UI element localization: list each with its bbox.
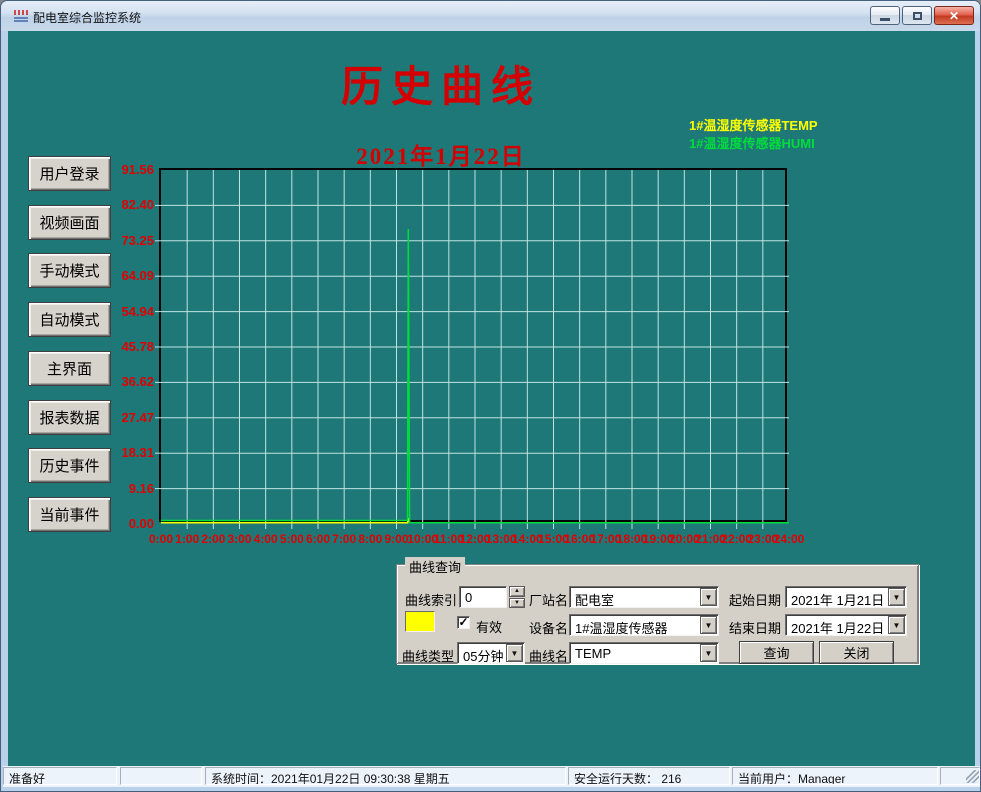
x-tick-label: 2:00 (201, 532, 225, 546)
x-tick-label: 0:00 (149, 532, 173, 546)
start-date-picker[interactable]: 2021年 1月21日 ▼ (785, 586, 907, 608)
y-tick-label: 45.78 (99, 339, 154, 354)
valid-label: 有效 (476, 617, 502, 636)
spin-up-icon[interactable]: ▲ (509, 586, 525, 597)
curve-color-swatch[interactable] (405, 611, 435, 632)
close-icon: ✕ (949, 9, 959, 23)
curve-name-value: TEMP (570, 643, 718, 663)
x-tick-label: 6:00 (306, 532, 330, 546)
curve-query-panel: 曲线查询 曲线索引 0 ▲ ▼ 厂站名 配电室 ▼ 起始日期 2021年 1月2… (396, 564, 919, 664)
status-bar: 准备好 系统时间：2021年01月22日 09:30:38 星期五 安全运行天数… (3, 766, 980, 787)
status-system-time: 系统时间：2021年01月22日 09:30:38 星期五 (205, 767, 566, 785)
page-title: 历史曲线 (161, 53, 721, 114)
close-panel-button[interactable]: 关闭 (819, 641, 894, 664)
x-tick-label: 9:00 (384, 532, 408, 546)
history-chart (161, 170, 789, 524)
curve-name-label: 曲线名 (529, 646, 568, 665)
end-date-picker[interactable]: 2021年 1月22日 ▼ (785, 614, 907, 636)
device-label: 设备名 (529, 618, 568, 637)
station-select[interactable]: 配电室 ▼ (569, 586, 719, 608)
station-label: 厂站名 (529, 590, 568, 609)
x-tick-label: 3:00 (227, 532, 251, 546)
legend-item-humi: 1#温湿度传感器HUMI (689, 135, 818, 153)
curve-index-spinner[interactable]: ▲ ▼ (509, 586, 525, 608)
maximize-button[interactable] (902, 6, 932, 25)
x-tick-label: 4:00 (254, 532, 278, 546)
chart-date-subtitle: 2021年1月22日 (161, 137, 721, 171)
legend-item-temp: 1#温湿度传感器TEMP (689, 117, 818, 135)
chevron-down-icon[interactable]: ▼ (700, 616, 717, 634)
device-select[interactable]: 1#温湿度传感器 ▼ (569, 614, 719, 636)
device-value: 1#温湿度传感器 (570, 615, 718, 635)
app-icon (13, 8, 29, 24)
start-date-label: 起始日期 (729, 590, 781, 609)
end-date-label: 结束日期 (729, 618, 781, 637)
y-tick-label: 0.00 (99, 516, 154, 531)
x-tick-label: 1:00 (175, 532, 199, 546)
curve-index-label: 曲线索引 (405, 590, 457, 609)
status-current-user: 当前用户：Manager (732, 767, 938, 785)
close-button[interactable]: ✕ (934, 6, 974, 25)
title-bar: 配电室综合监控系统 ✕ (1, 1, 981, 31)
window-title: 配电室综合监控系统 (33, 9, 141, 26)
y-tick-label: 54.94 (99, 304, 154, 319)
status-ready: 准备好 (3, 767, 117, 785)
curve-index-input[interactable]: 0 (459, 586, 507, 608)
y-tick-label: 64.09 (99, 268, 154, 283)
chevron-down-icon[interactable]: ▼ (700, 588, 717, 606)
resize-grip-icon[interactable] (966, 770, 979, 783)
x-tick-label: 5:00 (280, 532, 304, 546)
y-tick-label: 36.62 (99, 374, 154, 389)
y-tick-label: 27.47 (99, 410, 154, 425)
y-tick-label: 73.25 (99, 233, 154, 248)
x-tick-label: 24:00 (774, 532, 805, 546)
minimize-icon (880, 18, 890, 21)
station-value: 配电室 (570, 587, 718, 607)
y-tick-label: 9.16 (99, 481, 154, 496)
query-button[interactable]: 查询 (739, 641, 814, 664)
valid-checkbox[interactable]: ✓ (457, 616, 470, 629)
chevron-down-icon[interactable]: ▼ (506, 644, 523, 662)
spin-down-icon[interactable]: ▼ (509, 598, 525, 609)
curve-name-select[interactable]: TEMP ▼ (569, 642, 719, 664)
chevron-down-icon[interactable]: ▼ (700, 644, 717, 662)
application-window: 配电室综合监控系统 ✕ 历史曲线 2021年1月22日 1#温湿度传感器TEMP… (0, 0, 981, 792)
maximize-icon (913, 12, 922, 20)
curve-type-select[interactable]: 05分钟 ▼ (457, 642, 525, 664)
query-panel-title: 曲线查询 (405, 557, 465, 576)
y-tick-label: 91.56 (99, 162, 154, 177)
minimize-button[interactable] (870, 6, 900, 25)
chevron-down-icon[interactable]: ▼ (888, 588, 905, 606)
status-empty (120, 767, 202, 785)
status-safe-days: 安全运行天数： 216 (568, 767, 730, 785)
curve-type-label: 曲线类型 (402, 646, 454, 665)
x-tick-label: 7:00 (332, 532, 356, 546)
y-tick-label: 82.40 (99, 197, 154, 212)
y-tick-label: 18.31 (99, 445, 154, 460)
history-chart-plot (159, 168, 787, 522)
chart-legend: 1#温湿度传感器TEMP 1#温湿度传感器HUMI (689, 117, 818, 153)
chevron-down-icon[interactable]: ▼ (888, 616, 905, 634)
x-tick-label: 8:00 (358, 532, 382, 546)
